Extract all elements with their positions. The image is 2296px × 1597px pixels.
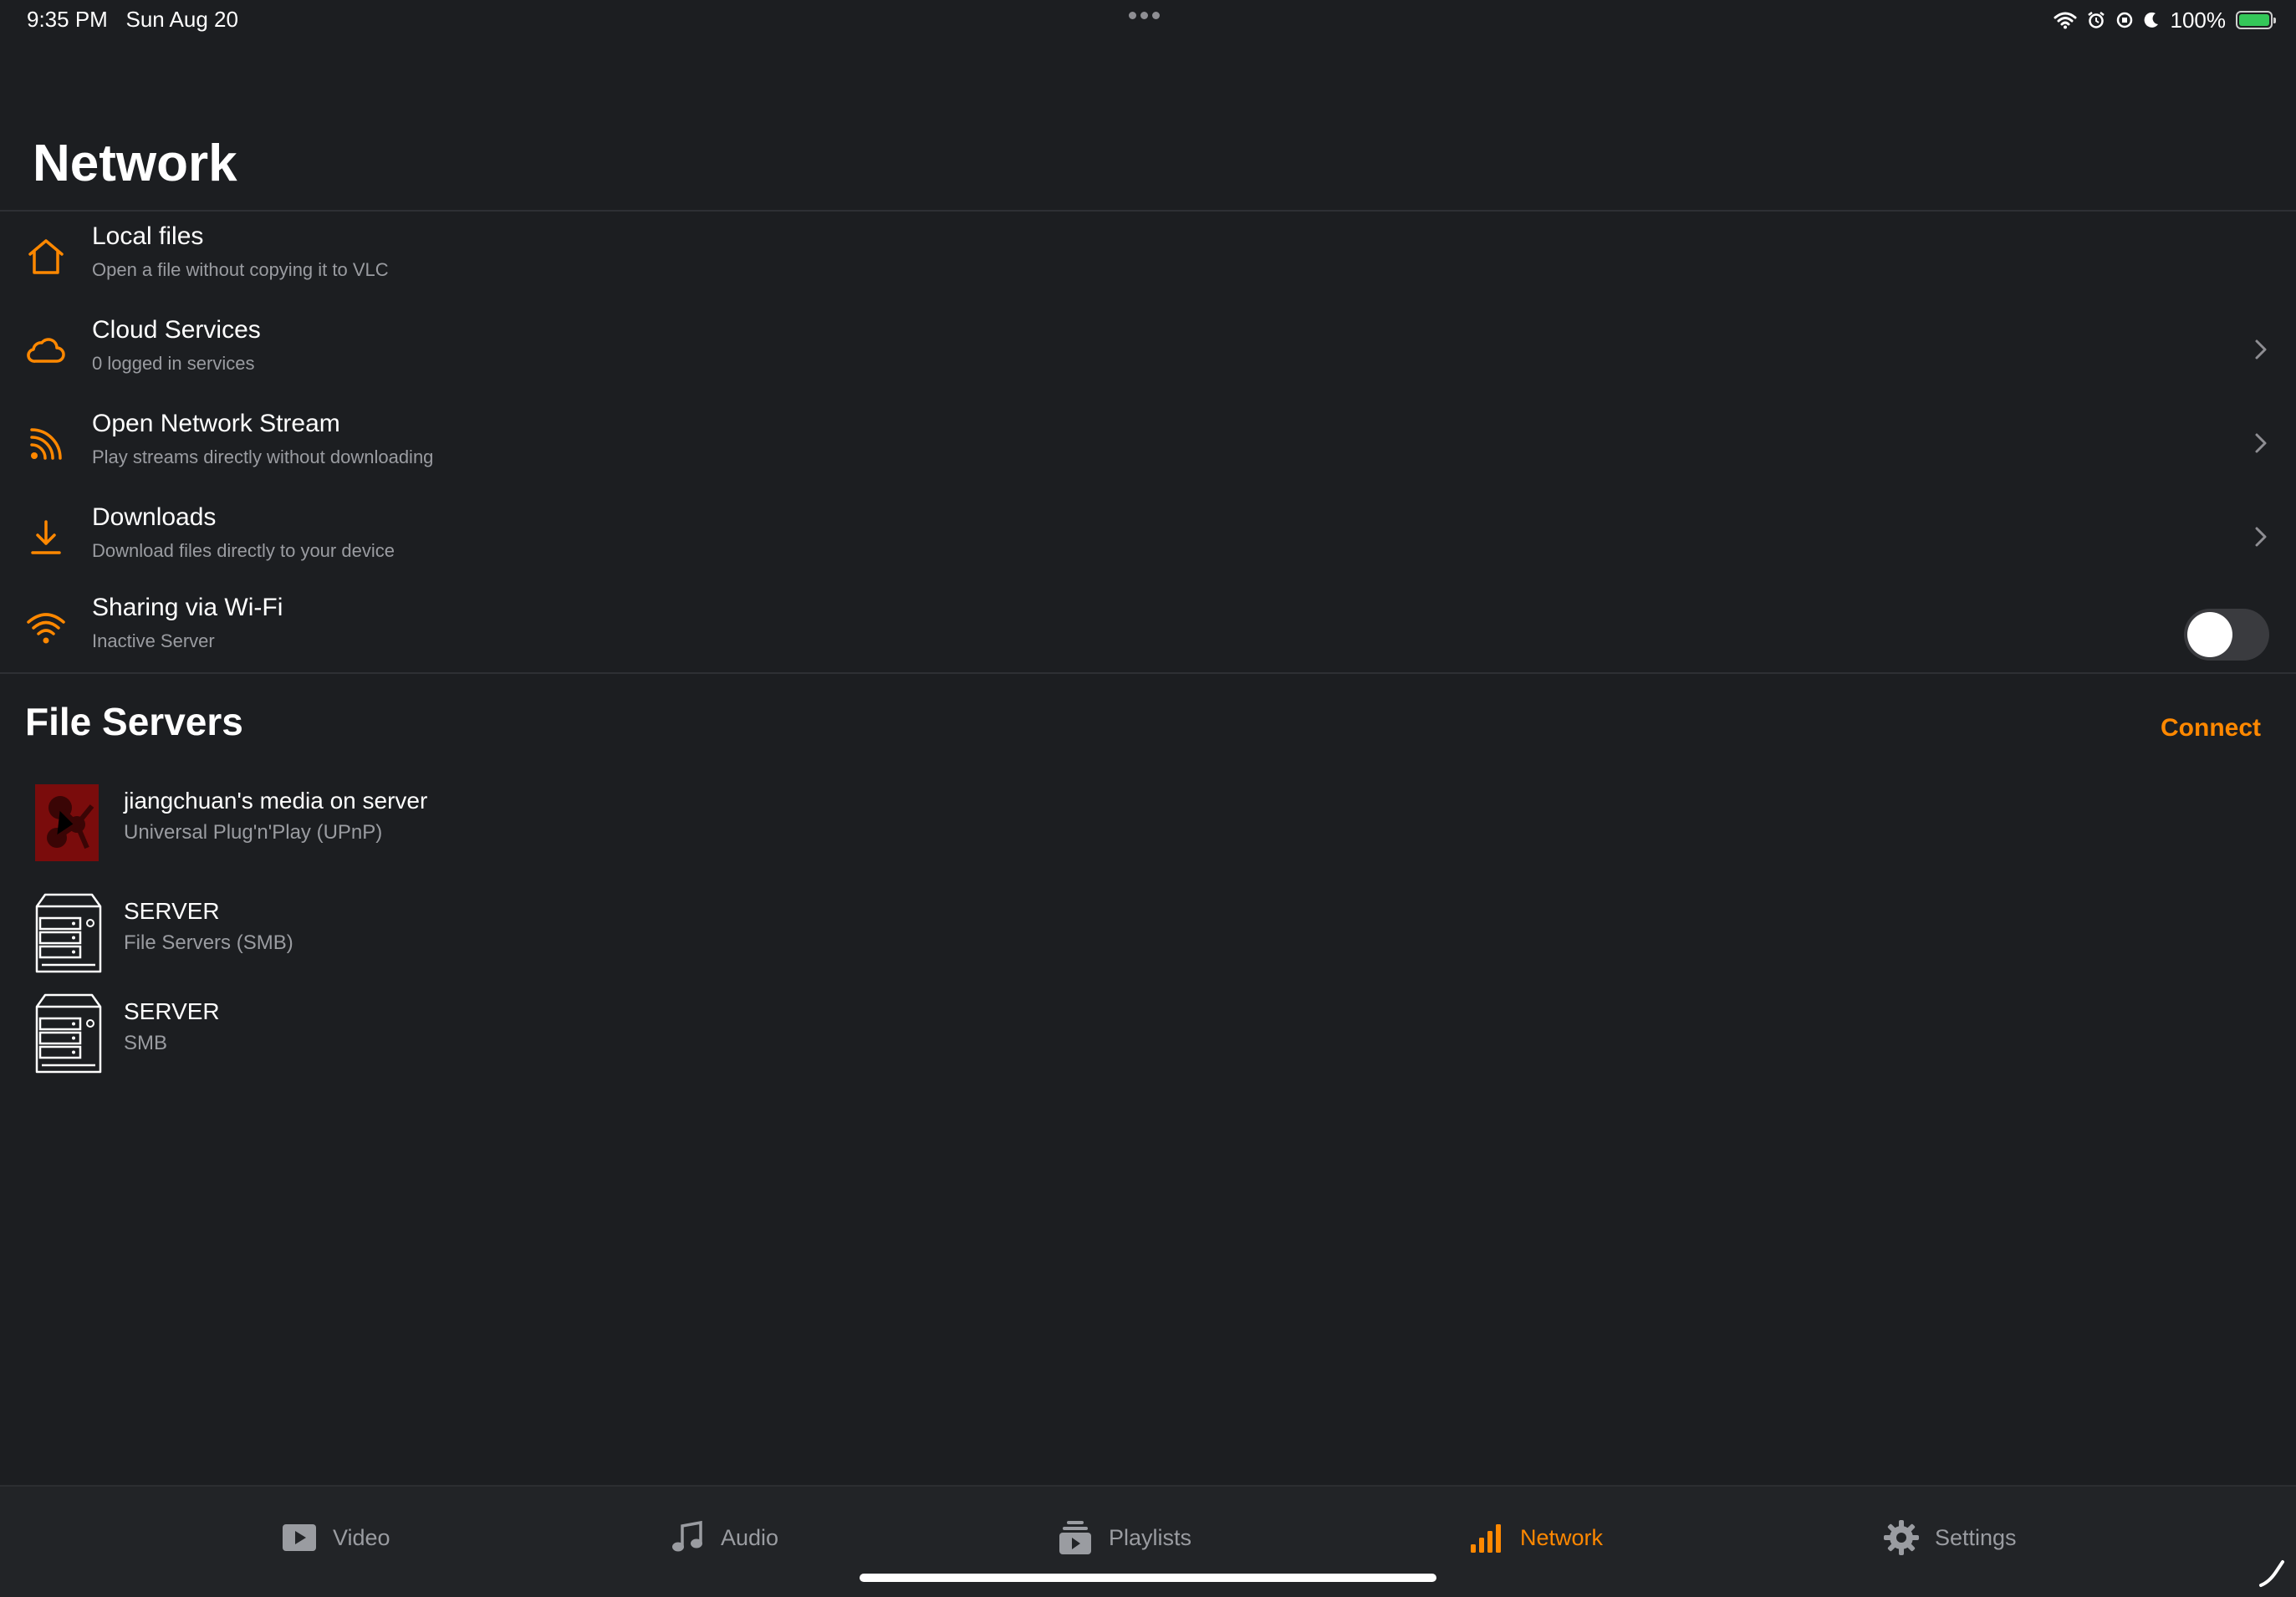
download-icon: [31, 520, 61, 554]
tab-playlists[interactable]: Playlists: [1057, 1515, 1191, 1560]
tab-network[interactable]: Network: [1468, 1515, 1603, 1560]
menu-item-subtitle: Open a file without copying it to VLC: [92, 259, 389, 280]
section-divider: [0, 672, 2296, 674]
server-item-smb-1[interactable]: SERVER File Servers (SMB): [0, 883, 2296, 983]
menu-item-subtitle: Play streams directly without downloadin…: [92, 446, 434, 467]
menu-item-cloud-services[interactable]: Cloud Services 0 logged in services: [0, 303, 2296, 396]
server-subtitle: File Servers (SMB): [124, 931, 293, 954]
menu-item-subtitle: 0 logged in services: [92, 353, 255, 374]
status-bar-datetime: 9:35 PM Sun Aug 20: [27, 7, 238, 33]
music-note-icon: [672, 1520, 702, 1552]
menu-item-local-files[interactable]: Local files Open a file without copying …: [0, 209, 2296, 303]
battery-percent: 100%: [2170, 7, 2227, 33]
home-indicator: [860, 1574, 1436, 1582]
tab-label: Settings: [1935, 1524, 2017, 1550]
menu-item-title: Sharing via Wi-Fi: [92, 594, 283, 621]
menu-item-sharing-wifi: Sharing via Wi-Fi Inactive Server: [0, 580, 2296, 674]
status-date: Sun Aug 20: [125, 7, 238, 32]
status-icons: 100%: [2054, 7, 2276, 33]
battery-icon: [2236, 11, 2276, 29]
home-icon: [28, 239, 64, 274]
server-title: SERVER: [124, 898, 220, 924]
menu-item-title: Local files: [92, 222, 204, 250]
wifi-sharing-toggle[interactable]: [2184, 609, 2269, 661]
video-icon: [283, 1524, 316, 1551]
orientation-lock-icon: [2116, 12, 2132, 28]
server-icon: [35, 893, 102, 973]
status-time: 9:35 PM: [27, 7, 108, 32]
network-icon: [1471, 1524, 1501, 1553]
chevron-right-icon: [2255, 527, 2267, 547]
server-title: SERVER: [124, 998, 220, 1024]
gear-icon: [1884, 1520, 1919, 1555]
upnp-server-icon: [35, 784, 99, 861]
wifi-status-icon: [2054, 12, 2076, 29]
menu-item-subtitle: Download files directly to your device: [92, 540, 395, 561]
server-icon: [35, 993, 102, 1074]
tab-label: Network: [1520, 1524, 1604, 1550]
tab-video[interactable]: Video: [281, 1515, 390, 1560]
menu-item-downloads[interactable]: Downloads Download files directly to you…: [0, 490, 2296, 584]
pencil-icon: [2259, 1560, 2284, 1587]
tab-label: Video: [333, 1524, 390, 1550]
menu-item-open-network-stream[interactable]: Open Network Stream Play streams directl…: [0, 396, 2296, 490]
chevron-right-icon: [2255, 339, 2267, 360]
connect-button[interactable]: Connect: [2161, 714, 2261, 742]
tab-settings[interactable]: Settings: [1883, 1515, 2017, 1560]
tab-audio[interactable]: Audio: [669, 1515, 778, 1560]
menu-item-subtitle: Inactive Server: [92, 630, 215, 651]
cloud-icon: [27, 338, 65, 363]
menu-item-title: Downloads: [92, 503, 217, 531]
alarm-icon: [2087, 12, 2105, 28]
moon-icon: [2144, 12, 2158, 28]
multitasking-dots-icon[interactable]: [1129, 8, 1167, 22]
server-item-smb-2[interactable]: SERVER SMB: [0, 983, 2296, 1084]
wifi-icon: [27, 613, 65, 644]
page-title: Network: [33, 135, 237, 192]
tab-label: Playlists: [1109, 1524, 1192, 1550]
file-servers-title: File Servers: [25, 700, 243, 743]
server-title: jiangchuan's media on server: [124, 788, 428, 814]
stream-icon: [30, 428, 62, 460]
server-subtitle: SMB: [124, 1032, 168, 1054]
menu-item-title: Cloud Services: [92, 316, 261, 344]
chevron-right-icon: [2255, 433, 2267, 453]
tab-label: Audio: [721, 1524, 779, 1550]
menu-item-title: Open Network Stream: [92, 410, 340, 437]
toggle-knob: [2187, 612, 2232, 657]
server-subtitle: Universal Plug'n'Play (UPnP): [124, 821, 383, 844]
server-item-upnp[interactable]: jiangchuan's media on server Universal P…: [0, 773, 2296, 873]
playlists-icon: [1059, 1521, 1091, 1554]
